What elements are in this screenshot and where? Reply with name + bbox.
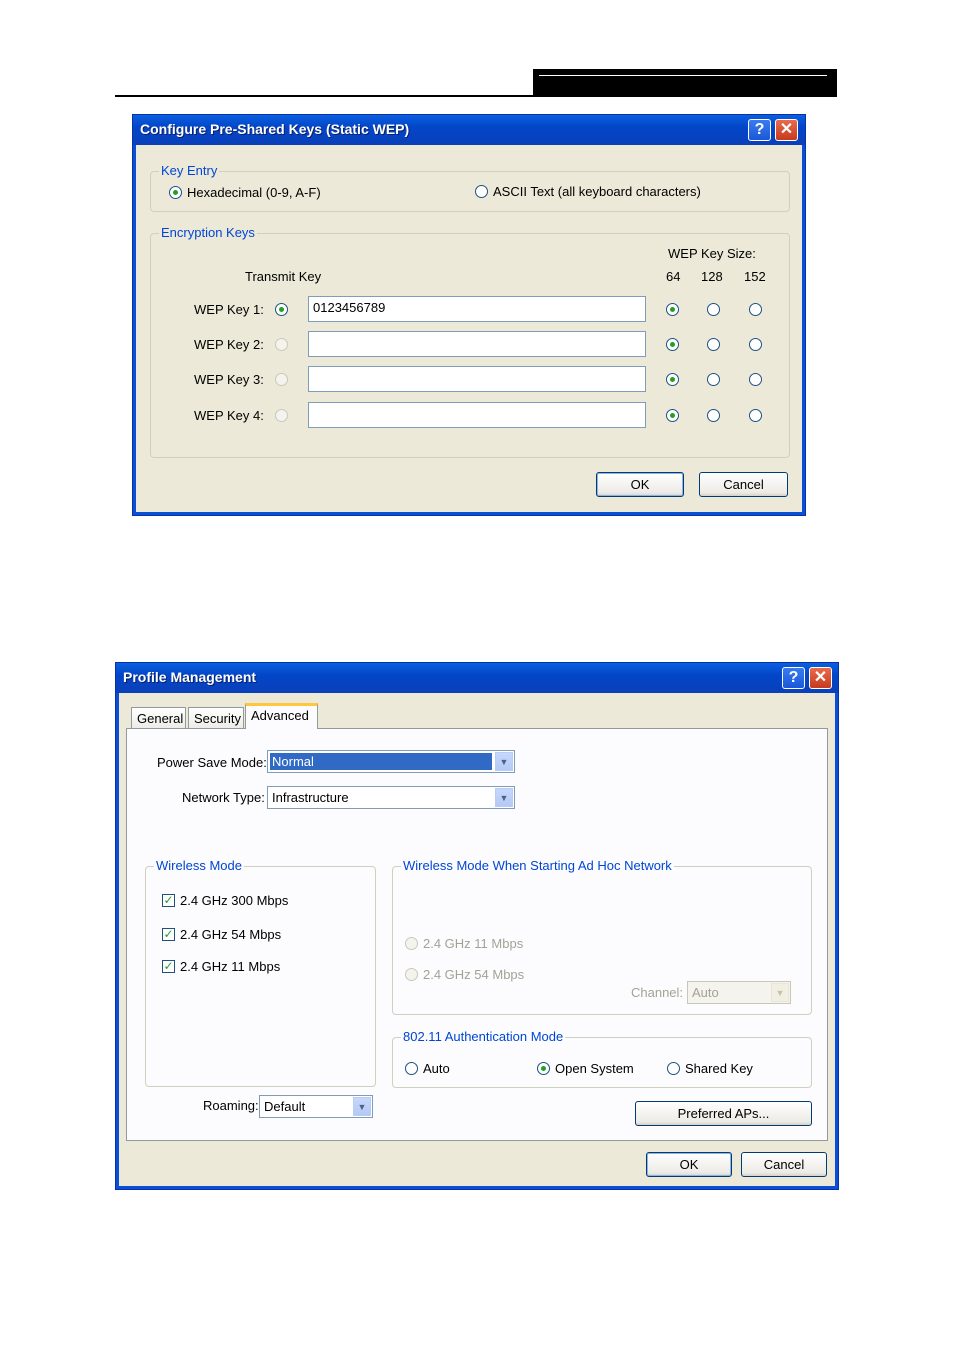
wep-key-4-size-152[interactable]	[749, 409, 762, 422]
hex-radio-label: Hexadecimal (0-9, A-F)	[187, 185, 321, 200]
auth-auto-radio[interactable]	[405, 1062, 418, 1075]
auth-shared-key-radio[interactable]	[667, 1062, 680, 1075]
chevron-down-icon: ▼	[771, 983, 789, 1002]
encryption-keys-label: Encryption Keys	[159, 225, 257, 240]
title-bar: Profile Management ? ✕	[116, 663, 838, 693]
wep-key-size-label: WEP Key Size:	[668, 246, 756, 261]
network-type-select[interactable]: Infrastructure ▼	[267, 786, 515, 809]
wep-key-2-label: WEP Key 2:	[194, 337, 264, 352]
transmit-key-label: Transmit Key	[245, 269, 322, 284]
wep-key-2-size-128[interactable]	[707, 338, 720, 351]
tab-general[interactable]: General	[131, 707, 186, 729]
ok-button[interactable]: OK	[646, 1152, 732, 1177]
dialog-title: Configure Pre-Shared Keys (Static WEP)	[140, 121, 410, 137]
adhoc-54-label: 2.4 GHz 54 Mbps	[423, 967, 525, 982]
cancel-button[interactable]: Cancel	[741, 1152, 827, 1177]
wm-11-checkbox[interactable]: ✓	[162, 960, 175, 973]
chevron-down-icon: ▼	[353, 1097, 371, 1116]
tab-security[interactable]: Security	[188, 707, 244, 729]
network-type-value: Infrastructure	[272, 790, 349, 805]
adhoc-mode-label: Wireless Mode When Starting Ad Hoc Netwo…	[401, 858, 674, 873]
adhoc-11-radio[interactable]	[405, 937, 418, 950]
adhoc-54-radio[interactable]	[405, 968, 418, 981]
ascii-radio[interactable]	[475, 185, 488, 198]
help-button[interactable]: ?	[748, 119, 771, 141]
wep-key-4-input[interactable]	[308, 402, 646, 428]
auth-mode-label: 802.11 Authentication Mode	[401, 1029, 566, 1044]
size-152-header: 152	[744, 269, 766, 284]
transmit-key-2-radio[interactable]	[275, 338, 288, 351]
channel-label: Channel:	[631, 985, 684, 1000]
wep-key-1-label: WEP Key 1:	[194, 302, 264, 317]
wep-key-4-label: WEP Key 4:	[194, 408, 264, 423]
chevron-down-icon: ▼	[495, 752, 513, 771]
roaming-select[interactable]: Default ▼	[259, 1095, 373, 1118]
advanced-tab-panel: Power Save Mode: Normal ▼ Network Type: …	[126, 728, 828, 1141]
wep-key-3-size-152[interactable]	[749, 373, 762, 386]
auth-open-system-radio[interactable]	[537, 1062, 550, 1075]
profile-management-dialog: Profile Management ? ✕ General Security …	[115, 662, 839, 1190]
wireless-mode-label: Wireless Mode	[154, 858, 244, 873]
auth-shared-key-label: Shared Key	[685, 1061, 753, 1076]
power-save-mode-label: Power Save Mode:	[157, 755, 267, 770]
network-type-label: Network Type:	[182, 790, 265, 805]
wep-key-1-size-64[interactable]	[666, 303, 679, 316]
wm-300-checkbox[interactable]: ✓	[162, 894, 175, 907]
auth-auto-label: Auto	[423, 1061, 450, 1076]
size-64-header: 64	[666, 269, 681, 284]
wep-key-1-size-128[interactable]	[707, 303, 720, 316]
wm-54-checkbox[interactable]: ✓	[162, 928, 175, 941]
hex-radio[interactable]	[169, 186, 182, 199]
wep-key-1-size-152[interactable]	[749, 303, 762, 316]
wep-key-4-size-128[interactable]	[707, 409, 720, 422]
page-header-block	[533, 69, 837, 97]
preferred-aps-button[interactable]: Preferred APs...	[635, 1101, 812, 1126]
wep-key-2-size-152[interactable]	[749, 338, 762, 351]
dialog-client-area: General Security Advanced Power Save Mod…	[119, 693, 835, 1186]
adhoc-11-label: 2.4 GHz 11 Mbps	[423, 936, 524, 951]
channel-select[interactable]: Auto ▼	[687, 981, 791, 1004]
roaming-label: Roaming:	[203, 1098, 259, 1113]
transmit-key-3-radio[interactable]	[275, 373, 288, 386]
roaming-value: Default	[264, 1099, 306, 1114]
wep-key-3-size-128[interactable]	[707, 373, 720, 386]
wep-key-3-size-64[interactable]	[666, 373, 679, 386]
help-button[interactable]: ?	[782, 667, 805, 689]
wep-key-2-size-64[interactable]	[666, 338, 679, 351]
auth-open-system-label: Open System	[555, 1061, 634, 1076]
wm-54-label: 2.4 GHz 54 Mbps	[180, 927, 282, 942]
transmit-key-1-radio[interactable]	[275, 303, 288, 316]
page-header-rule	[115, 95, 837, 97]
cancel-button[interactable]: Cancel	[699, 472, 788, 497]
close-button[interactable]: ✕	[809, 667, 832, 689]
wm-300-label: 2.4 GHz 300 Mbps	[180, 893, 289, 908]
close-button[interactable]: ✕	[775, 119, 798, 141]
wep-keys-dialog: Configure Pre-Shared Keys (Static WEP) ?…	[132, 114, 806, 516]
channel-value: Auto	[692, 985, 719, 1000]
wm-11-label: 2.4 GHz 11 Mbps	[180, 959, 281, 974]
size-128-header: 128	[701, 269, 723, 284]
chevron-down-icon: ▼	[495, 788, 513, 807]
dialog-client-area: Key Entry Hexadecimal (0-9, A-F) ASCII T…	[136, 145, 802, 512]
wep-key-3-input[interactable]	[308, 366, 646, 392]
tab-advanced[interactable]: Advanced	[245, 703, 318, 729]
power-save-mode-select[interactable]: Normal ▼	[267, 750, 515, 773]
ascii-radio-label: ASCII Text (all keyboard characters)	[493, 184, 701, 199]
power-save-mode-value: Normal	[270, 753, 492, 770]
wep-key-2-input[interactable]	[308, 331, 646, 357]
dialog-title: Profile Management	[123, 669, 257, 685]
ok-button[interactable]: OK	[596, 472, 684, 497]
key-entry-label: Key Entry	[159, 163, 220, 178]
wep-key-4-size-64[interactable]	[666, 409, 679, 422]
wep-key-1-input[interactable]: 0123456789	[308, 296, 646, 322]
wep-key-3-label: WEP Key 3:	[194, 372, 264, 387]
transmit-key-4-radio[interactable]	[275, 409, 288, 422]
title-bar: Configure Pre-Shared Keys (Static WEP) ?…	[133, 115, 805, 145]
